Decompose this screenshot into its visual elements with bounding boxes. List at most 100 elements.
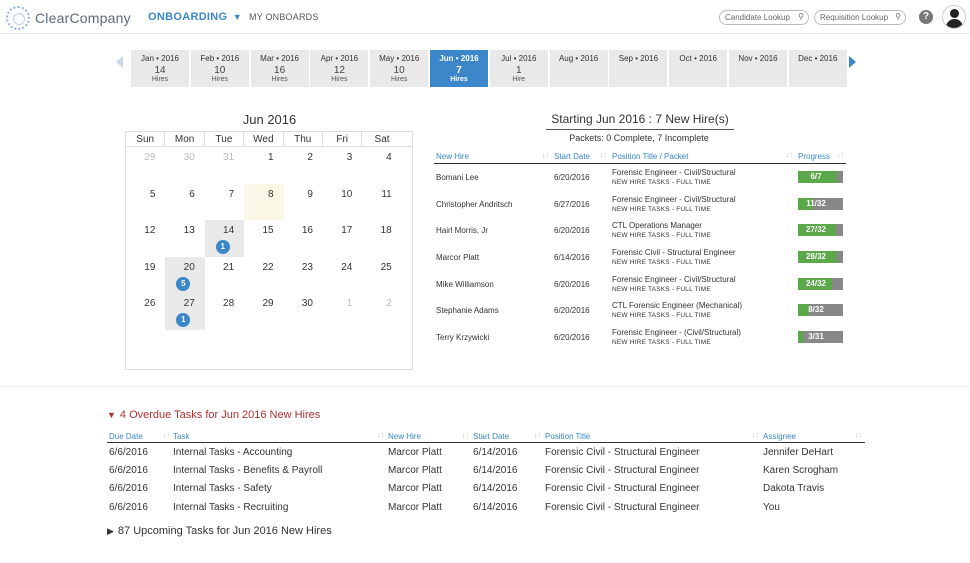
column-due-date[interactable]: Due Date <box>109 432 143 441</box>
month-tab[interactable]: Jul • 2016 1 Hire <box>489 50 548 87</box>
calendar-day[interactable]: 7 <box>205 184 244 221</box>
calendar-day[interactable]: 15 <box>244 220 283 257</box>
column-position-title[interactable]: Position Title <box>545 432 590 441</box>
calendar-day[interactable]: 28 <box>205 293 244 330</box>
calendar-day[interactable]: 16 <box>284 220 323 257</box>
calendar-day[interactable]: 21 <box>205 257 244 294</box>
table-row[interactable]: Christopher Andritsch 6/27/2016 Forensic E… <box>434 191 846 218</box>
sort-icon[interactable]: ↓↑ <box>542 152 549 159</box>
progress-bar[interactable]: 28/32 <box>798 251 843 264</box>
column-assignee[interactable]: Assignee <box>763 432 796 441</box>
search-icon[interactable]: ⚲ <box>798 12 804 21</box>
month-tab[interactable]: May • 2016 10 Hires <box>370 50 429 87</box>
calendar-day[interactable]: 13 <box>165 220 204 257</box>
table-row[interactable]: Bomani Lee 6/20/2016 Forensic Engineer - C… <box>434 164 846 191</box>
avatar[interactable] <box>942 5 966 29</box>
sort-icon[interactable]: ↓↑ <box>786 152 793 159</box>
help-icon[interactable]: ? <box>919 10 933 24</box>
hire-count-badge[interactable]: 1 <box>215 240 230 255</box>
calendar-day[interactable]: 8 <box>244 183 284 221</box>
month-tab[interactable]: Aug • 2016 <box>549 50 608 87</box>
sort-icon[interactable]: ↓↑ <box>377 432 384 439</box>
hire-name[interactable]: Hairl Morris, Jr <box>436 226 488 235</box>
calendar-day[interactable]: 22 <box>244 257 283 294</box>
column-start-date[interactable]: Start Date <box>554 152 590 161</box>
nav-my-onboards[interactable]: MY ONBOARDS <box>249 12 319 22</box>
sort-icon[interactable]: ↓↑ <box>534 432 541 439</box>
month-tab[interactable]: Jun • 2016 7 Hires <box>429 50 488 87</box>
table-row[interactable]: Terry Krzywicki 6/20/2016 Forensic Enginee… <box>434 324 846 351</box>
month-tab[interactable]: Jan • 2016 14 Hires <box>131 50 189 87</box>
progress-bar[interactable]: 3/31 <box>798 331 843 344</box>
clearcompany-logo[interactable]: ClearCompany <box>6 6 131 30</box>
table-row[interactable]: 6/6/2016 Internal Tasks - Recruiting Marco… <box>107 498 865 516</box>
calendar-day[interactable]: 30 <box>284 293 323 330</box>
requisition-lookup-input[interactable]: Requisition Lookup ⚲ <box>814 10 906 25</box>
upcoming-tasks-toggle[interactable]: ▶ 87 Upcoming Tasks for Jun 2016 New Hire… <box>107 525 332 537</box>
calendar-day[interactable]: 31 <box>205 147 244 184</box>
calendar-day[interactable]: 11 <box>362 184 401 221</box>
calendar-day[interactable]: 14 1 <box>204 220 245 257</box>
sort-icon[interactable]: ↓↑ <box>752 432 759 439</box>
calendar-day[interactable]: 6 <box>165 184 204 221</box>
calendar-day[interactable]: 2 <box>284 147 323 184</box>
calendar-day[interactable]: 10 <box>323 184 362 221</box>
sort-icon[interactable]: ↓↑ <box>462 432 469 439</box>
next-arrow-icon[interactable] <box>849 56 856 68</box>
progress-bar[interactable]: 6/7 <box>798 171 843 183</box>
calendar-day[interactable]: 12 <box>126 220 165 257</box>
calendar-day[interactable]: 30 <box>165 147 204 184</box>
calendar-day[interactable]: 9 <box>284 184 323 221</box>
calendar-day[interactable]: 24 <box>323 257 362 294</box>
column-task[interactable]: Task <box>173 432 189 441</box>
hire-name[interactable]: Terry Krzywicki <box>436 333 489 342</box>
month-tab[interactable]: Oct • 2016 <box>669 50 728 87</box>
month-tab[interactable]: Nov • 2016 <box>728 50 787 87</box>
table-row[interactable]: Marcor Platt 6/14/2016 Forensic Civil - St… <box>434 244 846 271</box>
calendar-day[interactable]: 1 <box>323 293 362 330</box>
column-new-hire[interactable]: New Hire <box>388 432 421 441</box>
column-new-hire[interactable]: New Hire <box>436 152 469 161</box>
table-row[interactable]: 6/6/2016 Internal Tasks - Benefits & Payr… <box>107 461 865 479</box>
progress-bar[interactable]: 11/32 <box>798 197 843 210</box>
month-tab[interactable]: Dec • 2016 <box>788 50 847 87</box>
calendar-day[interactable]: 17 <box>323 220 362 257</box>
calendar-day[interactable]: 3 <box>323 147 362 184</box>
calendar-day[interactable]: 19 <box>126 257 165 294</box>
progress-bar[interactable]: 27/32 <box>798 224 843 237</box>
table-row[interactable]: Hairl Morris, Jr 6/20/2016 CTL Operations … <box>434 217 846 244</box>
table-row[interactable]: Stephanie Adams 6/20/2016 CTL Forensic Eng… <box>434 297 846 324</box>
calendar-day[interactable]: 2 <box>362 293 401 330</box>
sort-icon[interactable]: ↓↑ <box>855 432 862 439</box>
calendar-day[interactable]: 23 <box>284 257 323 294</box>
search-icon[interactable]: ⚲ <box>895 12 901 21</box>
calendar-day[interactable]: 1 <box>244 147 283 184</box>
table-row[interactable]: 6/6/2016 Internal Tasks - Accounting Marco… <box>107 443 865 461</box>
column-position-packet[interactable]: Position Title / Packet <box>612 152 688 161</box>
table-row[interactable]: Mike Williamson 6/20/2016 Forensic Enginee… <box>434 271 846 298</box>
hire-count-badge[interactable]: 1 <box>176 313 191 328</box>
calendar-day[interactable]: 18 <box>362 220 401 257</box>
column-start-date[interactable]: Start Date <box>473 432 509 441</box>
calendar-day[interactable]: 5 <box>126 184 165 221</box>
hire-name[interactable]: Christopher Andritsch <box>436 200 512 209</box>
calendar-day[interactable]: 20 5 <box>165 256 205 294</box>
candidate-lookup-input[interactable]: Candidate Lookup ⚲ <box>719 10 809 25</box>
month-tab[interactable]: Feb • 2016 10 Hires <box>190 50 249 87</box>
column-progress[interactable]: Progress <box>798 152 830 161</box>
month-tab[interactable]: Apr • 2016 12 Hires <box>310 50 369 87</box>
sort-icon[interactable]: ↓↑ <box>163 432 170 439</box>
month-tab[interactable]: Sep • 2016 <box>609 50 668 87</box>
calendar-day[interactable]: 29 <box>244 293 283 330</box>
sort-icon[interactable]: ↓↑ <box>600 152 607 159</box>
calendar-day[interactable]: 27 1 <box>165 293 205 330</box>
hire-name[interactable]: Marcor Platt <box>436 253 479 262</box>
hire-name[interactable]: Bomani Lee <box>436 173 479 182</box>
overdue-tasks-toggle[interactable]: ▼ 4 Overdue Tasks for Jun 2016 New Hires <box>107 409 320 421</box>
progress-bar[interactable]: 24/32 <box>798 277 843 290</box>
sort-icon[interactable]: ↓↑ <box>837 152 844 159</box>
hire-count-badge[interactable]: 5 <box>176 276 191 291</box>
hire-name[interactable]: Mike Williamson <box>436 280 494 289</box>
calendar-day[interactable]: 4 <box>362 147 401 184</box>
month-tab[interactable]: Mar • 2016 16 Hires <box>250 50 309 87</box>
